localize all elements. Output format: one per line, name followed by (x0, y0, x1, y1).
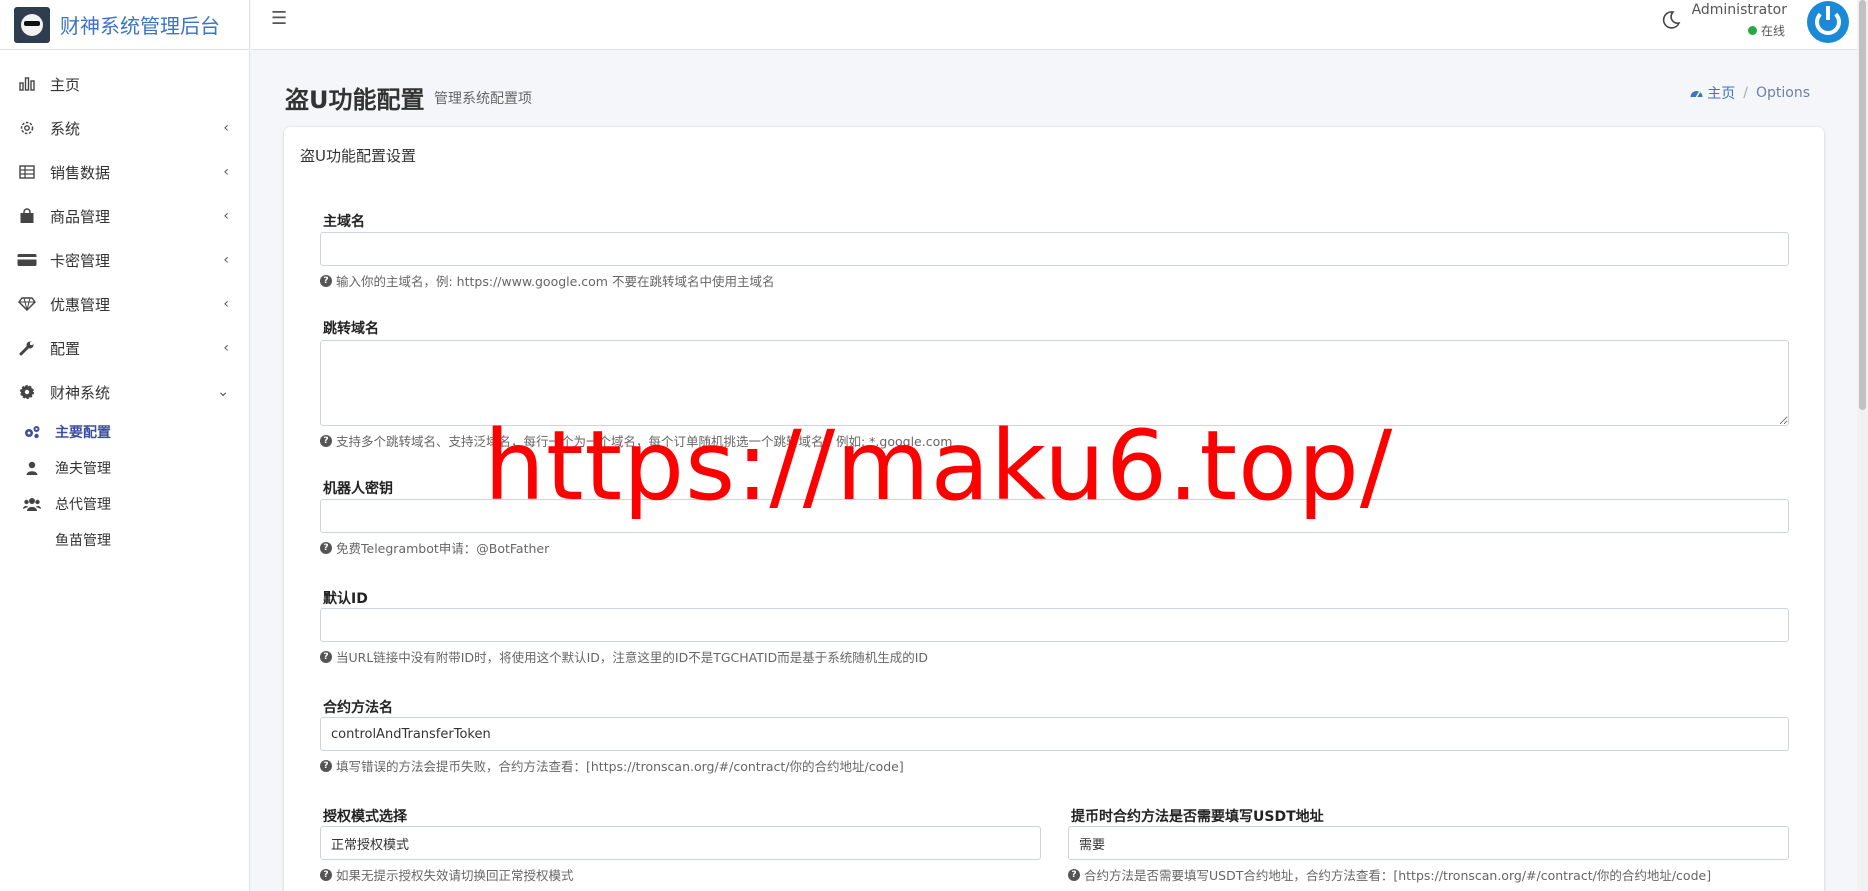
question-circle-icon: ? (320, 274, 332, 287)
usdt-address-select[interactable] (1068, 826, 1789, 860)
sidebar: 财神系统管理后台 主页 系统 ‹ 销售数据 ‹ 商品管理 ‹ 卡密管理 ‹ 优惠… (0, 0, 250, 891)
cog-icon (16, 384, 38, 400)
gear-icon (16, 120, 38, 136)
cogs-icon (22, 425, 42, 439)
redirect-domain-label: 跳转域名 (323, 321, 379, 337)
chevron-down-icon: ⌄ (217, 384, 229, 400)
user-name[interactable]: Administrator (1692, 2, 1787, 18)
main-domain-help: ? 输入你的主域名，例: https://www.google.com 不要在跳… (320, 271, 774, 290)
table-icon (16, 165, 38, 179)
user-status: 在线 (1747, 22, 1785, 39)
bot-key-label: 机器人密钥 (323, 481, 393, 497)
redirect-domain-textarea[interactable] (320, 340, 1789, 426)
user-icon (22, 461, 42, 475)
question-circle-icon: ? (320, 759, 332, 772)
power-icon (1815, 6, 1841, 35)
auth-mode-select[interactable] (320, 826, 1041, 860)
auth-mode-help: ? 如果无提示授权失效请切换回正常授权模式 (320, 865, 574, 884)
contract-method-input[interactable] (320, 717, 1789, 751)
chevron-left-icon: ‹ (223, 164, 229, 180)
sidebar-item-products[interactable]: 商品管理 ‹ (0, 194, 249, 238)
sidebar-nav: 主页 系统 ‹ 销售数据 ‹ 商品管理 ‹ 卡密管理 ‹ 优惠管理 ‹ 配置 ‹… (0, 50, 249, 414)
chevron-left-icon: ‹ (223, 208, 229, 224)
sidebar-item-fisher[interactable]: 渔夫管理 (0, 450, 249, 486)
sidebar-submenu: 主要配置 渔夫管理 总代管理 鱼苗管理 (0, 414, 249, 558)
usdt-address-help: ? 合约方法是否需要填写USDT合约地址，合约方法查看：[https://tro… (1068, 865, 1711, 884)
sidebar-item-home[interactable]: 主页 (0, 62, 249, 106)
top-navbar: ☰ Administrator 在线 (251, 0, 1857, 50)
question-circle-icon: ? (1068, 868, 1080, 881)
sidebar-item-sales[interactable]: 销售数据 ‹ (0, 150, 249, 194)
dark-mode-toggle-icon[interactable] (1661, 10, 1681, 35)
sidebar-item-main-config[interactable]: 主要配置 (0, 414, 249, 450)
sidebar-item-cards[interactable]: 卡密管理 ‹ (0, 238, 249, 282)
online-status-dot (1747, 26, 1757, 35)
chevron-left-icon: ‹ (223, 296, 229, 312)
chevron-left-icon: ‹ (223, 252, 229, 268)
sidebar-item-promotions[interactable]: 优惠管理 ‹ (0, 282, 249, 326)
question-circle-icon: ? (320, 541, 332, 554)
card-title: 盗U功能配置设置 (300, 147, 416, 165)
config-card: 盗U功能配置设置 主域名 ? 输入你的主域名，例: https://www.go… (284, 127, 1824, 891)
default-id-input[interactable] (320, 608, 1789, 642)
chevron-left-icon: ‹ (223, 120, 229, 136)
main-domain-label: 主域名 (323, 214, 365, 230)
dashboard-icon (1690, 86, 1707, 102)
auth-mode-label: 授权模式选择 (323, 809, 407, 825)
main-domain-input[interactable] (320, 232, 1789, 266)
hamburger-menu-icon[interactable]: ☰ (271, 8, 287, 29)
question-circle-icon: ? (320, 650, 332, 663)
breadcrumb-home[interactable]: 主页 (1690, 83, 1735, 103)
redirect-domain-help: ? 支持多个跳转域名、支持泛域名，每行一个为一个域名，每个订单随机挑选一个跳转域… (320, 431, 952, 450)
question-circle-icon: ? (320, 434, 332, 447)
diamond-icon (16, 297, 38, 311)
breadcrumb: 主页 / Options (1690, 83, 1810, 103)
contract-method-label: 合约方法名 (323, 700, 393, 716)
sidebar-item-agents[interactable]: 总代管理 (0, 486, 249, 522)
brand-title: 财神系统管理后台 (60, 14, 220, 38)
bar-chart-icon (16, 77, 38, 91)
users-icon (22, 497, 42, 511)
user-avatar[interactable] (1807, 1, 1849, 43)
brand-logo (14, 6, 50, 43)
breadcrumb-current: Options (1755, 85, 1810, 101)
default-id-help: ? 当URL链接中没有附带ID时，将使用这个默认ID，注意这里的ID不是TGCH… (320, 647, 928, 666)
wrench-icon (16, 340, 38, 356)
bot-key-help: ? 免费Telegrambot申请：@BotFather (320, 538, 549, 557)
scrollbar-thumb[interactable] (1859, 0, 1866, 410)
chevron-left-icon: ‹ (223, 340, 229, 356)
page-scrollbar[interactable] (1857, 0, 1868, 891)
page-title: 盗U功能配置 (285, 86, 425, 114)
usdt-address-label: 提币时合约方法是否需要填写USDT地址 (1071, 809, 1324, 825)
brand[interactable]: 财神系统管理后台 (0, 0, 249, 50)
question-circle-icon: ? (320, 868, 332, 881)
sidebar-item-config[interactable]: 配置 ‹ (0, 326, 249, 370)
shopping-bag-icon (16, 208, 38, 224)
page-subtitle: 管理系统配置项 (434, 91, 532, 107)
contract-method-help: ? 填写错误的方法会提币失败，合约方法查看：[https://tronscan.… (320, 756, 904, 775)
sidebar-item-fry[interactable]: 鱼苗管理 (0, 522, 249, 558)
default-id-label: 默认ID (323, 591, 368, 607)
credit-card-icon (16, 253, 38, 267)
sidebar-item-system[interactable]: 系统 ‹ (0, 106, 249, 150)
sidebar-item-caishen[interactable]: 财神系统 ⌄ (0, 370, 249, 414)
bot-key-input[interactable] (320, 499, 1789, 533)
